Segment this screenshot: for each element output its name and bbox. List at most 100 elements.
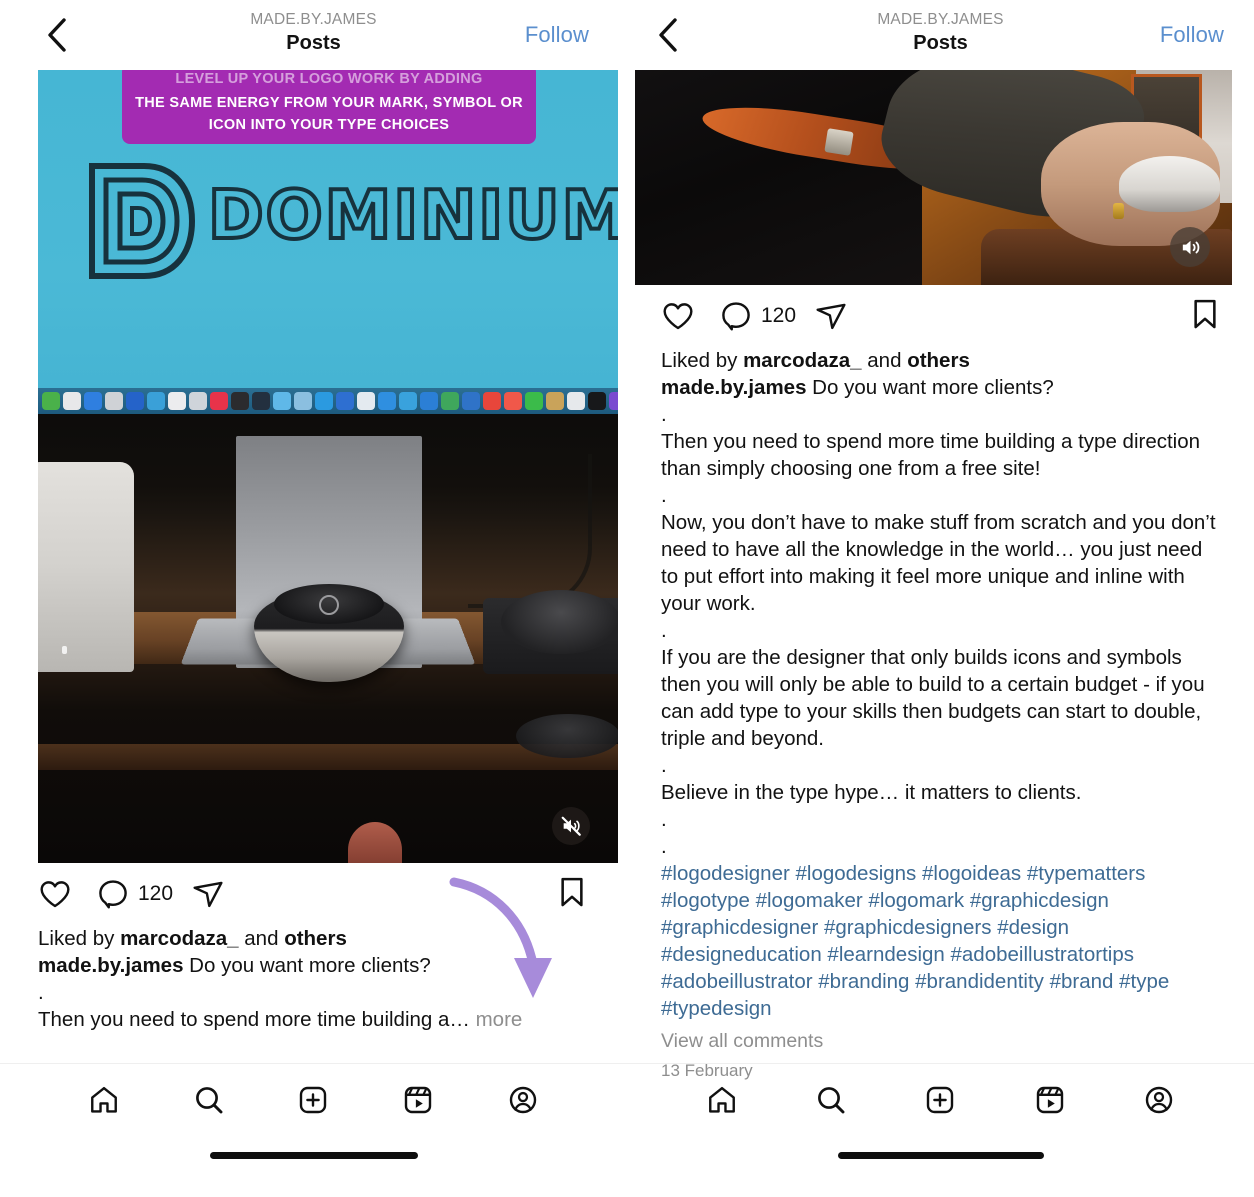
nav-reels[interactable] [391, 1073, 445, 1127]
liked-by-line: Liked by marcodaza_ and others [661, 347, 1222, 374]
caption-truncated-line: Then you need to spend more time buildin… [38, 1006, 589, 1033]
liked-by-line: Liked by marcodaza_ and others [38, 925, 589, 952]
nav-reels[interactable] [1023, 1073, 1077, 1127]
nav-search[interactable] [804, 1073, 858, 1127]
finger-in-frame [348, 822, 402, 863]
back-button[interactable] [40, 18, 74, 52]
nav-search[interactable] [182, 1073, 236, 1127]
caption-paragraph: Then you need to spend more time buildin… [661, 430, 1201, 480]
nav-create[interactable] [913, 1073, 967, 1127]
back-button[interactable] [651, 18, 685, 52]
liked-by-middle: and [238, 927, 285, 950]
post-actions-left: 120 [0, 863, 627, 925]
caption-hashtags[interactable]: #logodesigner #logodesigns #logoideas #t… [661, 860, 1222, 1022]
dual-screenshot-stage: MADE.BY.JAMES Posts Follow LEVEL UP YOUR… [0, 0, 1254, 1197]
lower-disc [516, 714, 618, 758]
speaker-puck-dial [319, 595, 339, 615]
caption-first-line: made.by.james Do you want more clients? [661, 374, 1222, 401]
like-button[interactable] [38, 877, 72, 911]
caption-paragraph: Believe in the type hype… it matters to … [661, 781, 1082, 804]
chevron-left-icon [659, 18, 677, 52]
share-button[interactable] [191, 877, 225, 911]
liked-by-others[interactable]: others [284, 927, 347, 950]
bottom-navbar-right [627, 1063, 1254, 1135]
caption-paragraph: . [661, 808, 667, 831]
heart-icon [663, 303, 693, 330]
computer-mouse [1118, 156, 1221, 212]
liked-by-user[interactable]: marcodaza_ [743, 349, 862, 372]
more-link[interactable]: more [476, 1008, 523, 1031]
search-icon [195, 1086, 223, 1113]
plus-square-icon [927, 1086, 954, 1113]
nav-home[interactable] [77, 1073, 131, 1127]
banner-line-3: ICON INTO YOUR TYPE CHOICES [208, 117, 450, 133]
comment-button[interactable]: 120 [96, 877, 173, 911]
home-icon [91, 1086, 118, 1113]
phone-screen-right: MADE.BY.JAMES Posts Follow 120 Liked by … [627, 0, 1254, 1197]
post-media-right[interactable] [635, 70, 1232, 285]
nav-create[interactable] [286, 1073, 340, 1127]
app-header-right: MADE.BY.JAMES Posts Follow [627, 0, 1254, 70]
sound-muted-icon [561, 816, 581, 836]
bottom-navbar-left [0, 1063, 627, 1135]
profile-icon [1146, 1086, 1173, 1113]
profile-icon [509, 1086, 536, 1113]
caption-truncated-text: Then you need to spend more time buildin… [38, 1008, 476, 1031]
macos-dock [38, 388, 618, 414]
cable-shape [468, 454, 592, 608]
caption-dot: . [38, 981, 44, 1004]
chevron-left-icon [48, 18, 66, 52]
media-caption-banner: LEVEL UP YOUR LOGO WORK BY ADDING THE SA… [122, 70, 536, 144]
liked-by-others[interactable]: others [907, 349, 970, 372]
banner-line-1: LEVEL UP YOUR LOGO WORK BY ADDING [175, 71, 483, 87]
nav-home[interactable] [695, 1073, 749, 1127]
save-button[interactable] [1188, 297, 1222, 336]
nav-profile[interactable] [1132, 1073, 1186, 1127]
liked-by-middle: and [861, 349, 908, 372]
caption-first-line: made.by.james Do you want more clients? [38, 952, 589, 979]
phone-screen-left: MADE.BY.JAMES Posts Follow LEVEL UP YOUR… [0, 0, 627, 1197]
post-caption-right: Liked by marcodaza_ and others made.by.j… [627, 347, 1254, 1084]
reels-icon [1036, 1086, 1064, 1113]
printer-indicator [62, 646, 67, 654]
follow-button[interactable]: Follow [1160, 22, 1224, 48]
sound-on-icon [1182, 240, 1199, 254]
home-icon [708, 1086, 735, 1113]
logo-wordmark: DOMINIUM [206, 174, 618, 256]
share-button[interactable] [814, 299, 848, 333]
comment-count: 120 [761, 304, 797, 327]
caption-paragraph: Now, you don’t have to make stuff from s… [661, 511, 1216, 615]
caption-username[interactable]: made.by.james [661, 376, 806, 399]
liked-by-user[interactable]: marcodaza_ [120, 927, 239, 950]
like-button[interactable] [661, 299, 695, 333]
desk-scene [38, 414, 618, 863]
audio-mute-button[interactable] [552, 807, 590, 845]
dominium-monogram-icon [89, 163, 196, 279]
view-all-comments-link[interactable]: View all comments [661, 1026, 1222, 1056]
caption-first-text: Do you want more clients? [806, 376, 1054, 399]
caption-paragraph: . [661, 403, 667, 426]
bookmark-icon [561, 877, 583, 906]
printer-device [38, 462, 134, 672]
audio-unmute-button[interactable] [1170, 227, 1210, 267]
paper-plane-icon [193, 881, 223, 908]
comment-count: 120 [138, 882, 174, 905]
comment-button[interactable]: 120 [719, 299, 796, 333]
heart-icon [40, 881, 70, 908]
bookmark-icon [1194, 299, 1216, 328]
post-actions-right: 120 [627, 285, 1254, 347]
right-device-disc [501, 590, 618, 654]
caption-paragraph: If you are the designer that only builds… [661, 646, 1205, 750]
dark-foreground [635, 70, 922, 285]
search-icon [818, 1086, 845, 1113]
paper-plane-icon [816, 303, 846, 330]
liked-by-prefix: Liked by [38, 927, 121, 950]
plus-square-icon [300, 1086, 327, 1113]
caption-first-text: Do you want more clients? [183, 954, 431, 977]
post-caption-left: Liked by marcodaza_ and others made.by.j… [0, 925, 627, 1033]
save-button[interactable] [555, 875, 589, 914]
nav-profile[interactable] [496, 1073, 550, 1127]
follow-button[interactable]: Follow [525, 22, 589, 48]
caption-username[interactable]: made.by.james [38, 954, 183, 977]
post-media-left[interactable]: LEVEL UP YOUR LOGO WORK BY ADDING THE SA… [38, 70, 618, 863]
